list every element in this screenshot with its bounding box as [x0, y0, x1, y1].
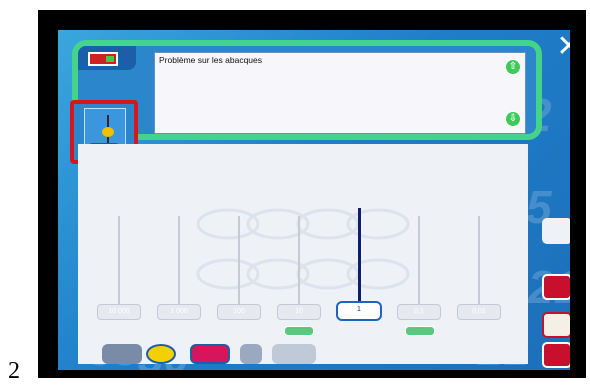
panel-tab	[78, 46, 136, 70]
problem-panel: Problème sur les abacques ⇧ ⇩	[72, 40, 542, 140]
add-bead-button[interactable]	[405, 326, 435, 336]
tool-icon[interactable]	[102, 344, 142, 364]
column-label[interactable]: 100	[217, 304, 261, 320]
tool-icon[interactable]	[272, 344, 316, 364]
battery-icon	[88, 52, 118, 66]
notes-icon[interactable]	[542, 312, 570, 338]
pencil-icon[interactable]	[542, 274, 570, 300]
close-icon[interactable]: ✕	[554, 32, 570, 62]
abacus-rod-active[interactable]	[358, 208, 361, 308]
problem-text: Problème sur les abacques	[159, 55, 263, 65]
column-label-active[interactable]: 1	[336, 301, 382, 321]
problem-textbox[interactable]: Problème sur les abacques ⇧ ⇩	[154, 52, 526, 134]
abacus-rod[interactable]	[298, 216, 300, 306]
document-icon[interactable]	[240, 344, 262, 364]
abacus-board: 10 000 1 000 100 10 1 0,1 0,01	[78, 144, 528, 364]
column-label[interactable]: 0,1	[397, 304, 441, 320]
abacus-rod[interactable]	[118, 216, 120, 306]
abacus-rod[interactable]	[238, 216, 240, 306]
column-label[interactable]: 0,01	[457, 304, 501, 320]
arrow-down-icon[interactable]: ⇩	[505, 111, 521, 127]
trash-icon[interactable]	[542, 342, 570, 368]
arrow-up-icon[interactable]: ⇧	[505, 59, 521, 75]
figure-number: 2	[8, 358, 20, 384]
eraser-icon[interactable]	[190, 344, 230, 364]
megaphone-icon[interactable]	[542, 218, 570, 244]
bead-icon[interactable]	[146, 344, 176, 364]
abacus-rod[interactable]	[418, 216, 420, 306]
column-label[interactable]: 10	[277, 304, 321, 320]
add-bead-button[interactable]	[284, 326, 314, 336]
column-label[interactable]: 10 000	[97, 304, 141, 320]
abacus-rod[interactable]	[178, 216, 180, 306]
abacus-rod[interactable]	[478, 216, 480, 306]
column-label[interactable]: 1 000	[157, 304, 201, 320]
abacus-screen: 2 5 21 38 30 21 ✕ Problème sur les abacq…	[58, 30, 570, 370]
app-window: 2 5 21 38 30 21 ✕ Problème sur les abacq…	[38, 10, 586, 378]
